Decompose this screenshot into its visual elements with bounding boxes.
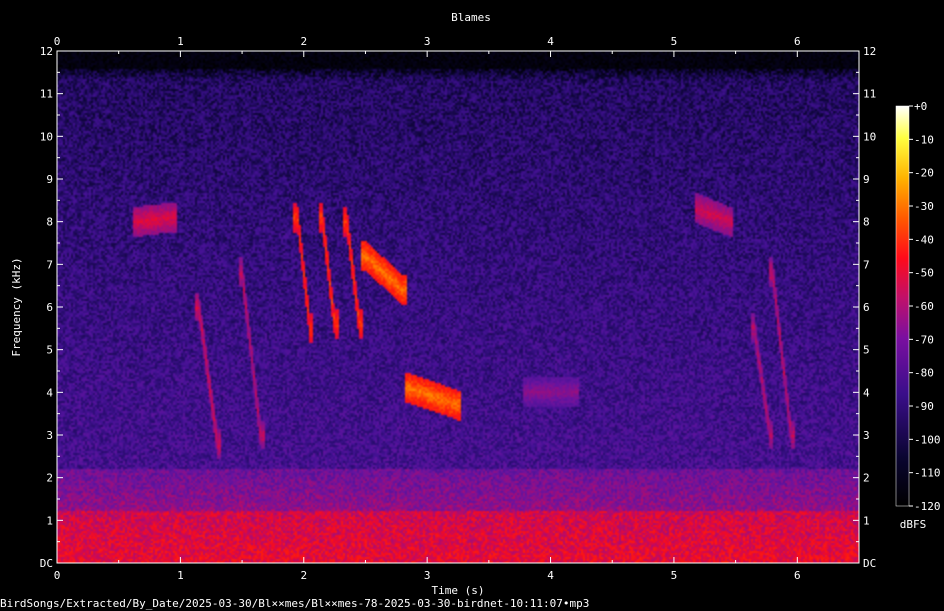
chart-title: Blames [451,11,491,24]
x-tick-label-top: 2 [300,35,307,48]
y-tick-label-left: 9 [46,173,53,186]
colorbar-tick-label: -120 [914,500,941,513]
y-tick-label-right: 4 [863,386,870,399]
colorbar-tick-label: -40 [914,233,934,246]
y-tick-label-right: DC [863,557,876,570]
colorbar-tick-label: -30 [914,200,934,213]
y-axis-label: Frequency (kHz) [10,257,23,356]
y-tick-label-right: 7 [863,258,870,271]
y-tick-label-right: 5 [863,344,870,357]
colorbar-tick-label: +0 [914,100,927,113]
y-tick-label-left: 2 [46,472,53,485]
y-tick-label-left: 10 [40,130,53,143]
colorbar-tick-label: -20 [914,167,934,180]
colorbar-tick-label: -60 [914,300,934,313]
x-tick-label-top: 6 [794,35,801,48]
x-tick-label-top: 4 [547,35,554,48]
x-tick-label-top: 3 [424,35,431,48]
y-tick-label-left: 5 [46,344,53,357]
x-tick-label-bottom: 3 [424,569,431,582]
colorbar-tick-label: -70 [914,333,934,346]
colorbar-tick-label: -90 [914,400,934,413]
x-tick-label-top: 0 [54,35,61,48]
colorbar-tick-label: -80 [914,367,934,380]
x-tick-label-bottom: 5 [671,569,678,582]
x-axis-label: Time (s) [432,584,485,597]
colorbar-tick-label: -10 [914,133,934,146]
x-tick-label-bottom: 1 [177,569,184,582]
spectrogram-image [57,51,859,563]
colorbar-label: dBFS [900,518,927,531]
file-path: BirdSongs/Extracted/By_Date/2025-03-30/B… [0,597,589,610]
colorbar-tick-label: -110 [914,467,941,480]
x-tick-label-top: 5 [671,35,678,48]
y-tick-label-left: 11 [40,88,53,101]
y-tick-label-right: 2 [863,472,870,485]
y-tick-label-right: 1 [863,514,870,527]
x-tick-label-bottom: 2 [300,569,307,582]
y-tick-label-left: 7 [46,258,53,271]
y-tick-label-left: 8 [46,216,53,229]
y-tick-label-left: 12 [40,45,53,58]
spectrogram-figure: 0123456 0123456 DC123456789101112 DC1234… [0,0,944,611]
x-tick-label-top: 1 [177,35,184,48]
colorbar [895,105,910,507]
y-tick-label-left: 4 [46,386,53,399]
y-tick-label-left: 1 [46,514,53,527]
y-tick-label-left: 3 [46,429,53,442]
y-tick-label-right: 12 [863,45,876,58]
x-tick-label-bottom: 4 [547,569,554,582]
y-tick-label-right: 8 [863,216,870,229]
y-tick-label-right: 11 [863,88,876,101]
y-tick-label-right: 3 [863,429,870,442]
y-tick-label-right: 6 [863,301,870,314]
x-tick-label-bottom: 6 [794,569,801,582]
y-tick-label-left: DC [40,557,53,570]
colorbar-tick-label: -100 [914,433,941,446]
y-tick-label-left: 6 [46,301,53,314]
y-tick-label-right: 9 [863,173,870,186]
y-tick-label-right: 10 [863,130,876,143]
x-tick-label-bottom: 0 [54,569,61,582]
colorbar-tick-label: -50 [914,267,934,280]
